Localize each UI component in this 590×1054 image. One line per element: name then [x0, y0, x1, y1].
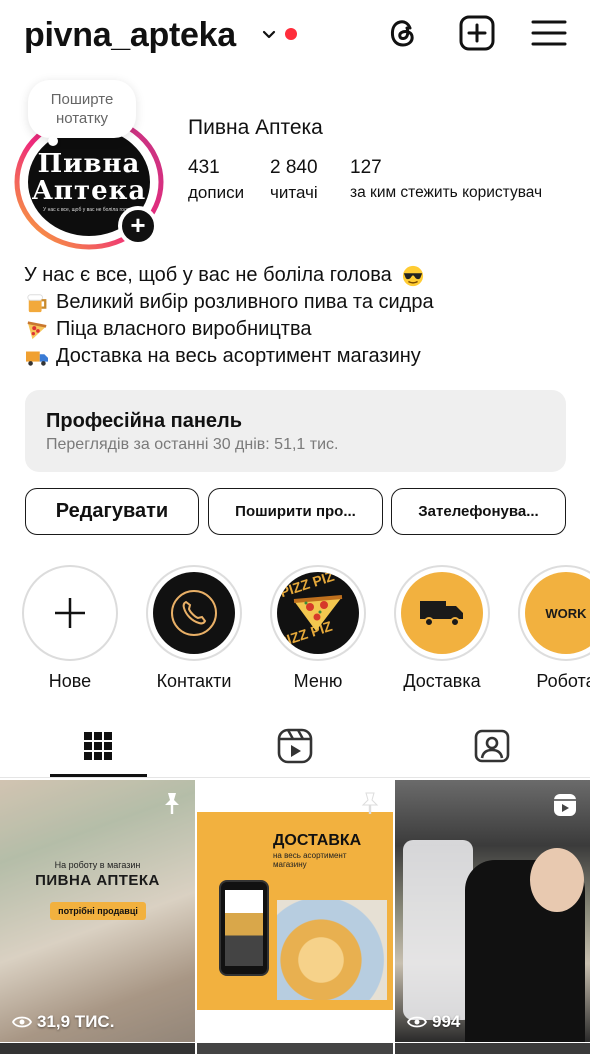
add-story-button[interactable]: +	[118, 206, 158, 246]
highlight-delivery[interactable]: Доставка	[394, 565, 490, 692]
threads-icon[interactable]	[384, 14, 422, 52]
eye-icon	[12, 1016, 32, 1028]
post-tile-row2[interactable]	[0, 1043, 195, 1054]
following-label[interactable]: за ким стежить користувач	[350, 184, 542, 202]
bio-text: Доставка на весь асортимент магазину	[56, 345, 421, 367]
highlight-new[interactable]: Нове	[22, 565, 118, 692]
highlight-cover	[153, 572, 235, 654]
call-button[interactable]: Зателефонува...	[391, 488, 566, 535]
highlight-contacts[interactable]: Контакти	[146, 565, 242, 692]
delivery-truck-emoji	[26, 351, 48, 366]
highlight-circle	[22, 565, 118, 661]
avatar-logo-line1: Пивна	[37, 149, 141, 179]
grid-icon[interactable]	[78, 726, 118, 766]
views-count: 994	[407, 1012, 460, 1032]
edit-profile-button[interactable]: Редагувати	[25, 488, 199, 535]
professional-dashboard[interactable]: Професійна панель Переглядів за останні …	[25, 390, 566, 472]
post-tile-row2[interactable]	[197, 1043, 393, 1054]
menu-icon[interactable]	[530, 14, 568, 52]
chevron-down-icon[interactable]	[262, 28, 276, 42]
tab-divider	[0, 777, 590, 778]
note-bubble[interactable]: Поширте нотатку	[28, 80, 136, 138]
account-username[interactable]: pivna_apteka	[24, 16, 236, 55]
bag-shape	[403, 840, 473, 1020]
highlight-cover	[401, 572, 483, 654]
display-name: Пивна Аптека	[188, 116, 323, 139]
views-value: 994	[432, 1012, 461, 1031]
highlight-label: Меню	[293, 671, 343, 691]
sunglasses-emoji	[402, 265, 423, 286]
highlight-cover: PIZZ PIZ PIZZ PIZ	[277, 572, 359, 654]
notification-dot	[285, 28, 297, 40]
pizza-emoji	[27, 320, 47, 339]
pin-icon	[165, 793, 179, 814]
post-tile-row2[interactable]	[395, 1043, 590, 1054]
pin-icon	[361, 792, 379, 814]
post-tile-pinned-hiring[interactable]: На роботу в магазин ПИВНА АПТЕКА потрібн…	[0, 780, 195, 1042]
eye-icon	[407, 1016, 427, 1028]
avatar-logo-line2: Аптека	[31, 176, 147, 206]
pizza-icon	[293, 595, 343, 631]
highlight-label: Доставка	[403, 671, 481, 691]
phone-screen	[225, 890, 263, 966]
post-caption-big: ДОСТАВКА	[273, 832, 362, 849]
profile-bio: У нас є все, щоб у вас не боліла голова …	[24, 262, 584, 370]
bio-line: Доставка на весь асортимент магазину	[24, 343, 584, 370]
highlight-circle: PIZZ PIZ PIZZ PIZ	[270, 565, 366, 661]
share-profile-button[interactable]: Поширити про...	[208, 488, 383, 535]
bio-line: У нас є все, щоб у вас не боліла голова	[24, 262, 584, 289]
tagged-user-icon[interactable]	[472, 726, 512, 766]
highlight-cover: WORK	[525, 572, 590, 654]
work-icon: WORK	[545, 605, 587, 621]
note-bubble-tail	[48, 136, 58, 146]
bio-text: У нас є все, щоб у вас не боліла голова	[24, 264, 392, 286]
phone-mockup	[219, 880, 269, 976]
avatar-logo-tagline: У нас є все, щоб у вас не боліла голова	[43, 207, 135, 213]
bio-text: Піца власного виробництва	[56, 318, 312, 340]
bio-text: Великий вибір розливного пива та сидра	[56, 291, 434, 313]
highlight-circle	[146, 565, 242, 661]
dashboard-title: Професійна панель	[46, 410, 243, 432]
highlight-label: Нове	[48, 671, 92, 691]
create-post-icon[interactable]	[458, 14, 496, 52]
plus-icon	[55, 598, 85, 628]
followers-count[interactable]: 2 840	[270, 157, 318, 179]
followers-label[interactable]: читачі	[270, 183, 318, 203]
post-caption-big: ПИВНА АПТЕКА	[35, 872, 160, 889]
reels-icon[interactable]	[275, 726, 315, 766]
truck-icon	[420, 601, 463, 627]
posts-count[interactable]: 431	[188, 157, 220, 179]
phone-icon	[171, 590, 217, 636]
highlight-circle: WORK	[518, 565, 590, 661]
post-caption-small: На роботу в магазин	[54, 860, 141, 870]
post-tile-reel[interactable]: 994	[395, 780, 590, 1042]
beer-mug-emoji	[27, 293, 47, 312]
highlight-label: Контакти	[156, 671, 232, 691]
highlight-menu[interactable]: PIZZ PIZ PIZZ PIZ Меню	[270, 565, 366, 692]
highlight-work[interactable]: WORK Робота	[518, 565, 590, 692]
views-value: 31,9 ТИС.	[37, 1012, 115, 1031]
dashboard-views: Переглядів за останні 30 днів: 51,1 тис.	[46, 436, 339, 453]
post-badge: потрібні продавці	[50, 902, 146, 920]
reel-badge-icon	[554, 794, 576, 816]
bio-line: Великий вибір розливного пива та сидра	[24, 289, 584, 316]
bio-line: Піца власного виробництва	[24, 316, 584, 343]
following-count[interactable]: 127	[350, 157, 382, 179]
beer-glasses-photo	[277, 900, 387, 1000]
posts-label[interactable]: дописи	[188, 183, 244, 203]
highlight-label: Робота	[536, 671, 590, 691]
face-shape	[530, 848, 584, 912]
views-count: 31,9 ТИС.	[12, 1012, 114, 1032]
post-tile-pinned-delivery[interactable]: ДОСТАВКА на весь асортимент магазину	[197, 780, 393, 1042]
post-caption-small: на весь асортимент магазину	[273, 851, 347, 869]
top-bar: pivna_apteka	[0, 0, 590, 72]
highlight-circle	[394, 565, 490, 661]
